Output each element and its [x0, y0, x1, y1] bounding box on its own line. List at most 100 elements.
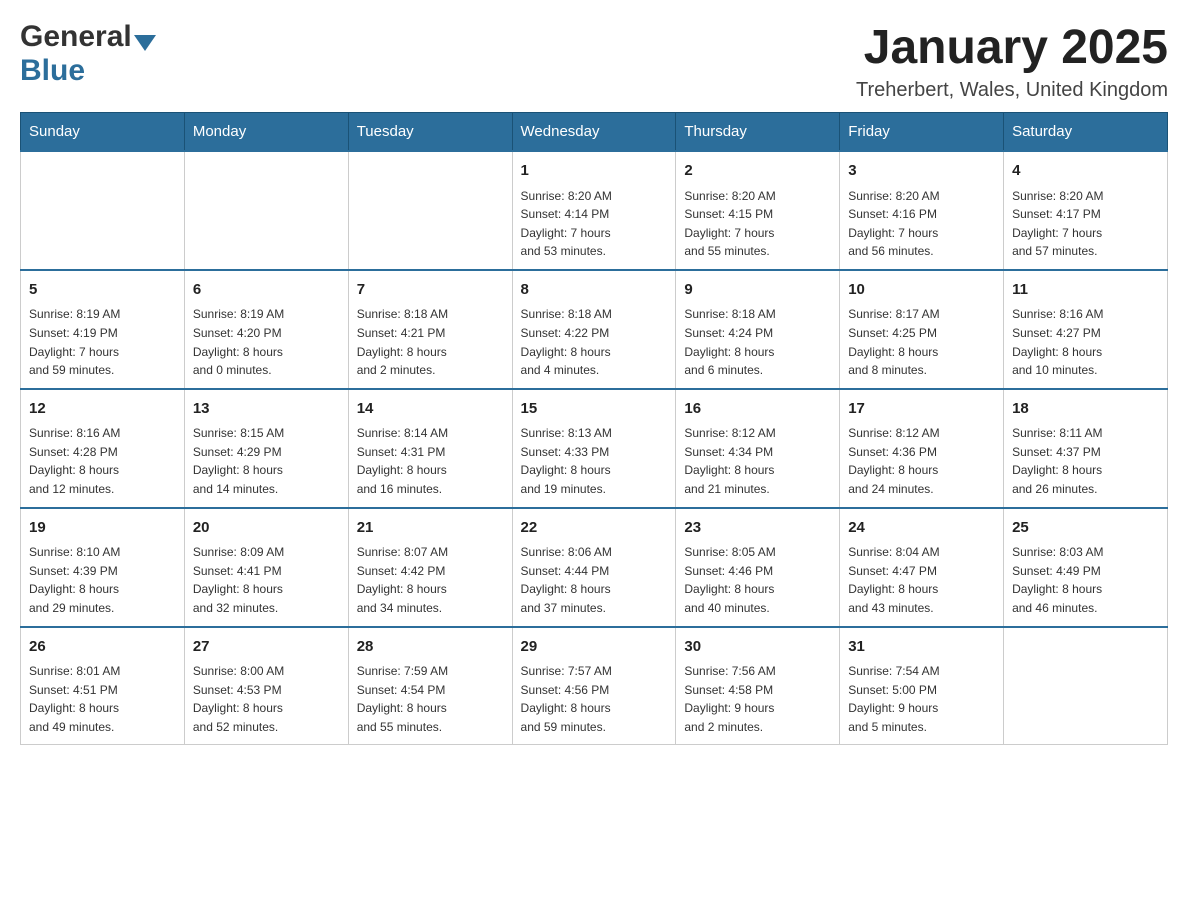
calendar-day-cell: 18 Sunrise: 8:11 AM Sunset: 4:37 PM Dayli…: [1004, 389, 1168, 508]
day-info: Sunrise: 8:20 AM Sunset: 4:16 PM Dayligh…: [848, 187, 995, 261]
day-info: Sunrise: 8:10 AM Sunset: 4:39 PM Dayligh…: [29, 543, 176, 617]
day-of-week-header: Monday: [184, 113, 348, 152]
day-number: 2: [684, 160, 831, 183]
calendar-table: SundayMondayTuesdayWednesdayThursdayFrid…: [20, 112, 1168, 745]
calendar-day-cell: 29 Sunrise: 7:57 AM Sunset: 4:56 PM Dayli…: [512, 627, 676, 745]
day-info: Sunrise: 8:09 AM Sunset: 4:41 PM Dayligh…: [193, 543, 340, 617]
day-info: Sunrise: 7:59 AM Sunset: 4:54 PM Dayligh…: [357, 662, 504, 736]
day-info: Sunrise: 8:00 AM Sunset: 4:53 PM Dayligh…: [193, 662, 340, 736]
calendar-day-cell: [21, 151, 185, 270]
calendar-day-cell: 16Sunrise: 8:12 AM Sunset: 4:34 PM Dayli…: [676, 389, 840, 508]
day-info: Sunrise: 8:06 AM Sunset: 4:44 PM Dayligh…: [521, 543, 668, 617]
day-info: Sunrise: 7:56 AM Sunset: 4:58 PM Dayligh…: [684, 662, 831, 736]
calendar-day-cell: 31Sunrise: 7:54 AM Sunset: 5:00 PM Dayli…: [840, 627, 1004, 745]
day-number: 13: [193, 398, 340, 421]
day-number: 20: [193, 517, 340, 540]
logo-general-text: General: [20, 20, 132, 54]
calendar-day-cell: 5 Sunrise: 8:19 AM Sunset: 4:19 PM Daylig…: [21, 270, 185, 389]
calendar-week-row: 19 Sunrise: 8:10 AM Sunset: 4:39 PM Dayli…: [21, 508, 1168, 627]
calendar-day-cell: [348, 151, 512, 270]
day-of-week-header: Wednesday: [512, 113, 676, 152]
day-number: 30: [684, 636, 831, 659]
calendar-day-cell: 9 Sunrise: 8:18 AM Sunset: 4:24 PM Daylig…: [676, 270, 840, 389]
day-number: 10: [848, 279, 995, 302]
day-info: Sunrise: 8:20 AM Sunset: 4:17 PM Dayligh…: [1012, 187, 1159, 261]
day-number: 24: [848, 517, 995, 540]
calendar-day-cell: 14 Sunrise: 8:14 AM Sunset: 4:31 PM Dayli…: [348, 389, 512, 508]
day-number: 14: [357, 398, 504, 421]
calendar-week-row: 5 Sunrise: 8:19 AM Sunset: 4:19 PM Daylig…: [21, 270, 1168, 389]
day-number: 17: [848, 398, 995, 421]
day-info: Sunrise: 8:03 AM Sunset: 4:49 PM Dayligh…: [1012, 543, 1159, 617]
calendar-day-cell: 22 Sunrise: 8:06 AM Sunset: 4:44 PM Dayli…: [512, 508, 676, 627]
day-number: 7: [357, 279, 504, 302]
day-info: Sunrise: 8:18 AM Sunset: 4:24 PM Dayligh…: [684, 305, 831, 379]
location-text: Treherbert, Wales, United Kingdom: [856, 79, 1168, 102]
calendar-day-cell: 1Sunrise: 8:20 AM Sunset: 4:14 PM Daylig…: [512, 151, 676, 270]
day-number: 4: [1012, 160, 1159, 183]
calendar-day-cell: 8 Sunrise: 8:18 AM Sunset: 4:22 PM Daylig…: [512, 270, 676, 389]
day-number: 29: [521, 636, 668, 659]
day-number: 5: [29, 279, 176, 302]
day-info: Sunrise: 8:19 AM Sunset: 4:19 PM Dayligh…: [29, 305, 176, 379]
day-info: Sunrise: 8:16 AM Sunset: 4:28 PM Dayligh…: [29, 424, 176, 498]
day-number: 18: [1012, 398, 1159, 421]
day-info: Sunrise: 8:05 AM Sunset: 4:46 PM Dayligh…: [684, 543, 831, 617]
month-title: January 2025: [856, 20, 1168, 75]
calendar-day-cell: 17 Sunrise: 8:12 AM Sunset: 4:36 PM Dayli…: [840, 389, 1004, 508]
title-section: January 2025 Treherbert, Wales, United K…: [856, 20, 1168, 102]
calendar-day-cell: 13Sunrise: 8:15 AM Sunset: 4:29 PM Dayli…: [184, 389, 348, 508]
day-info: Sunrise: 8:01 AM Sunset: 4:51 PM Dayligh…: [29, 662, 176, 736]
calendar-day-cell: 15 Sunrise: 8:13 AM Sunset: 4:33 PM Dayli…: [512, 389, 676, 508]
calendar-week-row: 12 Sunrise: 8:16 AM Sunset: 4:28 PM Dayli…: [21, 389, 1168, 508]
day-number: 22: [521, 517, 668, 540]
calendar-day-cell: 12 Sunrise: 8:16 AM Sunset: 4:28 PM Dayli…: [21, 389, 185, 508]
calendar-day-cell: 27 Sunrise: 8:00 AM Sunset: 4:53 PM Dayli…: [184, 627, 348, 745]
calendar-day-cell: 7 Sunrise: 8:18 AM Sunset: 4:21 PM Daylig…: [348, 270, 512, 389]
calendar-day-cell: 10Sunrise: 8:17 AM Sunset: 4:25 PM Dayli…: [840, 270, 1004, 389]
day-number: 21: [357, 517, 504, 540]
day-info: Sunrise: 8:13 AM Sunset: 4:33 PM Dayligh…: [521, 424, 668, 498]
calendar-day-cell: 23 Sunrise: 8:05 AM Sunset: 4:46 PM Dayli…: [676, 508, 840, 627]
day-number: 31: [848, 636, 995, 659]
day-number: 19: [29, 517, 176, 540]
day-info: Sunrise: 8:12 AM Sunset: 4:36 PM Dayligh…: [848, 424, 995, 498]
day-number: 6: [193, 279, 340, 302]
day-number: 11: [1012, 279, 1159, 302]
logo-triangle-icon: [134, 35, 156, 51]
day-info: Sunrise: 8:20 AM Sunset: 4:15 PM Dayligh…: [684, 187, 831, 261]
day-of-week-header: Sunday: [21, 113, 185, 152]
day-info: Sunrise: 8:20 AM Sunset: 4:14 PM Dayligh…: [521, 187, 668, 261]
calendar-day-cell: 28 Sunrise: 7:59 AM Sunset: 4:54 PM Dayli…: [348, 627, 512, 745]
calendar-day-cell: 6 Sunrise: 8:19 AM Sunset: 4:20 PM Daylig…: [184, 270, 348, 389]
day-of-week-header: Friday: [840, 113, 1004, 152]
day-of-week-header: Thursday: [676, 113, 840, 152]
calendar-day-cell: 26Sunrise: 8:01 AM Sunset: 4:51 PM Dayli…: [21, 627, 185, 745]
day-info: Sunrise: 7:57 AM Sunset: 4:56 PM Dayligh…: [521, 662, 668, 736]
day-number: 23: [684, 517, 831, 540]
calendar-day-cell: [1004, 627, 1168, 745]
day-number: 9: [684, 279, 831, 302]
day-info: Sunrise: 8:18 AM Sunset: 4:22 PM Dayligh…: [521, 305, 668, 379]
calendar-day-cell: 30 Sunrise: 7:56 AM Sunset: 4:58 PM Dayli…: [676, 627, 840, 745]
day-number: 15: [521, 398, 668, 421]
day-info: Sunrise: 8:04 AM Sunset: 4:47 PM Dayligh…: [848, 543, 995, 617]
day-number: 8: [521, 279, 668, 302]
calendar-day-cell: 21Sunrise: 8:07 AM Sunset: 4:42 PM Dayli…: [348, 508, 512, 627]
calendar-header-row: SundayMondayTuesdayWednesdayThursdayFrid…: [21, 113, 1168, 152]
day-number: 27: [193, 636, 340, 659]
day-number: 28: [357, 636, 504, 659]
calendar-day-cell: 20 Sunrise: 8:09 AM Sunset: 4:41 PM Dayli…: [184, 508, 348, 627]
day-info: Sunrise: 8:11 AM Sunset: 4:37 PM Dayligh…: [1012, 424, 1159, 498]
calendar-day-cell: 4 Sunrise: 8:20 AM Sunset: 4:17 PM Daylig…: [1004, 151, 1168, 270]
day-number: 12: [29, 398, 176, 421]
day-info: Sunrise: 8:18 AM Sunset: 4:21 PM Dayligh…: [357, 305, 504, 379]
day-info: Sunrise: 8:14 AM Sunset: 4:31 PM Dayligh…: [357, 424, 504, 498]
calendar-day-cell: 24 Sunrise: 8:04 AM Sunset: 4:47 PM Dayli…: [840, 508, 1004, 627]
calendar-day-cell: 2 Sunrise: 8:20 AM Sunset: 4:15 PM Daylig…: [676, 151, 840, 270]
day-info: Sunrise: 8:19 AM Sunset: 4:20 PM Dayligh…: [193, 305, 340, 379]
calendar-day-cell: 19 Sunrise: 8:10 AM Sunset: 4:39 PM Dayli…: [21, 508, 185, 627]
calendar-week-row: 26Sunrise: 8:01 AM Sunset: 4:51 PM Dayli…: [21, 627, 1168, 745]
calendar-day-cell: [184, 151, 348, 270]
calendar-day-cell: 11Sunrise: 8:16 AM Sunset: 4:27 PM Dayli…: [1004, 270, 1168, 389]
